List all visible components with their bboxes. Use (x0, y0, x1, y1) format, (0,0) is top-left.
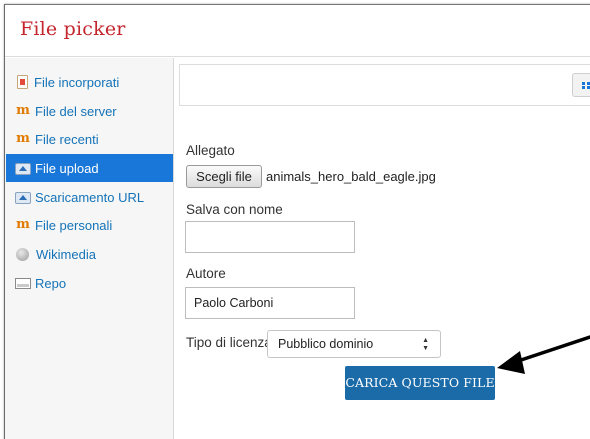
choose-file-button[interactable]: Scegli file (186, 165, 262, 188)
file-picker-dialog: File picker File incorporati m File del … (4, 4, 590, 439)
sidebar-item-label: Scaricamento URL (35, 189, 145, 205)
sidebar-item-label: Wikimedia (36, 246, 96, 262)
attachment-label: Allegato (186, 143, 235, 158)
sidebar-item-label: File upload (35, 160, 99, 176)
moodle-icon: m (16, 131, 30, 146)
url-download-icon (15, 192, 31, 204)
upload-file-button[interactable]: CARICA QUESTO FILE (345, 366, 495, 400)
moodle-icon: m (16, 217, 30, 232)
repository-icon (15, 278, 31, 289)
sidebar-item-file-del-server[interactable]: m File del server (6, 97, 173, 125)
upload-panel: Allegato Scegli file animals_hero_bald_e… (175, 58, 590, 439)
author-label: Autore (186, 266, 226, 281)
sidebar-item-label: File personali (35, 217, 113, 233)
license-select[interactable]: Pubblico dominio ▲ ▼ (267, 330, 441, 358)
sidebar-item-label: File del server (35, 103, 117, 119)
picker-toolbar (179, 64, 590, 106)
sidebar-item-repo[interactable]: Repo (6, 269, 173, 297)
sidebar-item-scaricamento-url[interactable]: Scaricamento URL (6, 183, 173, 211)
select-arrows-icon: ▲ ▼ (422, 337, 429, 352)
upload-icon (15, 163, 31, 175)
sidebar-item-file-upload[interactable]: File upload (6, 154, 173, 182)
sidebar-item-label: File incorporati (34, 74, 120, 90)
author-field[interactable]: Paolo Carboni (185, 287, 355, 319)
save-as-field[interactable] (185, 221, 355, 253)
sidebar-item-label: File recenti (35, 131, 99, 147)
dialog-title: File picker (20, 18, 126, 40)
moodle-icon: m (16, 103, 30, 118)
icon-view-button[interactable] (572, 73, 590, 97)
sidebar-item-wikimedia[interactable]: Wikimedia (6, 240, 173, 268)
repository-sidebar: File incorporati m File del server m Fil… (5, 58, 174, 439)
sidebar-item-file-recenti[interactable]: m File recenti (6, 125, 173, 153)
save-as-label: Salva con nome (186, 202, 283, 217)
sidebar-item-file-personali[interactable]: m File personali (6, 211, 173, 239)
dialog-header: File picker (5, 5, 590, 57)
sidebar-item-file-incorporati[interactable]: File incorporati (6, 68, 173, 96)
license-select-value: Pubblico dominio (278, 337, 374, 351)
document-icon (17, 75, 28, 89)
chosen-file-name: animals_hero_bald_eagle.jpg (266, 169, 436, 184)
sidebar-item-label: Repo (35, 275, 67, 291)
wikimedia-icon (16, 247, 29, 261)
license-label: Tipo di licenza (186, 335, 272, 350)
